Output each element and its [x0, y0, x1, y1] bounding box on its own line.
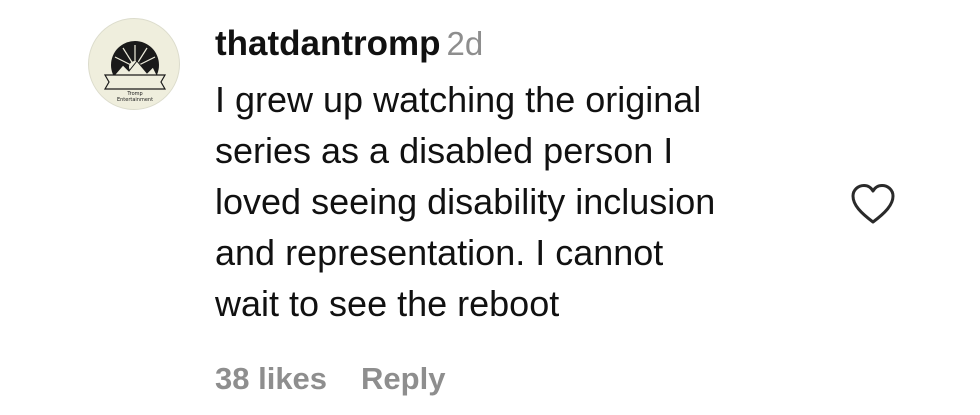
comment-content: thatdantromp 2d I grew up watching the or…	[215, 22, 825, 329]
comment: Tromp Entertainment thatdantromp 2d I gre…	[0, 0, 980, 415]
like-button[interactable]	[849, 182, 897, 226]
comment-text-line: loved seeing disability inclusion	[215, 181, 716, 222]
reply-button[interactable]: Reply	[361, 361, 445, 396]
likes-count[interactable]: 38 likes	[215, 361, 327, 396]
comment-text-line: series as a disabled person I	[215, 130, 674, 171]
svg-text:Entertainment: Entertainment	[117, 97, 153, 103]
comment-text-line: wait to see the reboot	[215, 283, 560, 324]
comment-actions: 38 likes Reply	[215, 357, 445, 401]
timestamp: 2d	[446, 25, 484, 62]
heart-outline-icon	[851, 184, 895, 224]
comment-header: thatdantromp 2d	[215, 22, 825, 66]
comment-text: I grew up watching the original series a…	[215, 74, 825, 329]
tromp-entertainment-logo: Tromp Entertainment	[103, 41, 167, 103]
comment-text-line: I grew up watching the original	[215, 79, 702, 120]
avatar[interactable]: Tromp Entertainment	[88, 18, 180, 110]
comment-text-line: and representation. I cannot	[215, 232, 664, 273]
username[interactable]: thatdantromp	[215, 24, 441, 63]
